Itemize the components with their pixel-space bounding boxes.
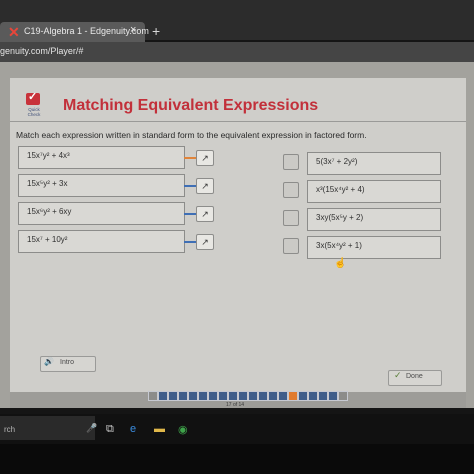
expression-text: 3x(5x⁴y² + 1)	[316, 241, 362, 250]
new-tab-button[interactable]: +	[152, 23, 160, 39]
arrow-icon[interactable]: ↗	[196, 206, 214, 222]
factored-form-expression[interactable]: 5(3x⁷ + 2y²)	[307, 152, 441, 175]
divider	[10, 121, 466, 122]
expression-text: 5(3x⁷ + 2y²)	[316, 157, 358, 166]
page-square[interactable]	[328, 391, 338, 401]
match-target-box[interactable]	[283, 182, 299, 198]
page-square[interactable]	[148, 391, 158, 401]
match-target-box[interactable]	[283, 238, 299, 254]
page-square[interactable]	[228, 391, 238, 401]
factored-form-expression[interactable]: 3x(5x⁴y² + 1)	[307, 236, 441, 259]
page-square[interactable]	[248, 391, 258, 401]
page-indicator: 17 of 14	[226, 402, 245, 408]
expression-text: 15x⁵y² + 3x	[27, 179, 68, 188]
page-title: Matching Equivalent Expressions	[63, 97, 319, 114]
url-text[interactable]: genuity.com/Player/#	[0, 46, 83, 56]
expression-text: 15x⁷y² + 4x³	[27, 151, 70, 160]
page-square[interactable]	[278, 391, 288, 401]
expression-text: 15x⁶y² + 6xy	[27, 207, 72, 216]
expression-text: x³(15x⁴y² + 4)	[316, 185, 365, 194]
page-square[interactable]	[188, 391, 198, 401]
page-square[interactable]	[218, 391, 228, 401]
page-square[interactable]	[318, 391, 328, 401]
edgenuity-x-icon: ✕	[8, 24, 20, 40]
page-square[interactable]	[308, 391, 318, 401]
page-square[interactable]	[268, 391, 278, 401]
file-explorer-icon[interactable]: ▬	[154, 423, 165, 435]
page-square[interactable]	[158, 391, 168, 401]
page-square[interactable]	[198, 391, 208, 401]
microphone-icon[interactable]: 🎤	[86, 423, 97, 434]
match-target-box[interactable]	[283, 154, 299, 170]
standard-form-expression[interactable]: 15x⁵y² + 3x	[18, 174, 185, 197]
check-mark-icon: ✓	[28, 91, 38, 103]
standard-form-expression[interactable]: 15x⁶y² + 6xy	[18, 202, 185, 225]
arrow-icon[interactable]: ↗	[196, 150, 214, 166]
expression-text: 15x⁷ + 10y²	[27, 235, 68, 244]
chrome-icon[interactable]: ◉	[178, 423, 188, 436]
page-square[interactable]	[288, 391, 298, 401]
quick-check-label: Quick Check	[27, 107, 41, 117]
page-square[interactable]	[298, 391, 308, 401]
screen-bezel	[0, 444, 474, 474]
factored-form-expression[interactable]: 3xy(5x⁵y + 2)	[307, 208, 441, 231]
factored-form-expression[interactable]: x³(15x⁴y² + 4)	[307, 180, 441, 203]
match-target-box[interactable]	[283, 210, 299, 226]
taskbar-search-text: rch	[4, 425, 16, 434]
arrow-icon[interactable]: ↗	[196, 178, 214, 194]
expression-text: 3xy(5x⁵y + 2)	[316, 213, 364, 222]
cursor-icon: ☝	[334, 258, 347, 269]
intro-label: Intro	[60, 359, 75, 366]
done-check-icon: ✓	[394, 370, 402, 380]
tab-close-button[interactable]: ×	[130, 24, 136, 36]
page-square[interactable]	[208, 391, 218, 401]
page-square[interactable]	[238, 391, 248, 401]
speaker-icon: 🔊	[44, 357, 54, 366]
page-square[interactable]	[178, 391, 188, 401]
edge-browser-icon[interactable]: e	[130, 423, 136, 435]
page-square[interactable]	[338, 391, 348, 401]
done-label: Done	[406, 373, 423, 380]
arrow-icon[interactable]: ↗	[196, 234, 214, 250]
page-square[interactable]	[258, 391, 268, 401]
task-view-icon[interactable]: ⧉	[106, 423, 114, 436]
page-square[interactable]	[168, 391, 178, 401]
standard-form-expression[interactable]: 15x⁷y² + 4x³	[18, 146, 185, 169]
instructions-text: Match each expression written in standar…	[16, 130, 367, 140]
standard-form-expression[interactable]: 15x⁷ + 10y²	[18, 230, 185, 253]
